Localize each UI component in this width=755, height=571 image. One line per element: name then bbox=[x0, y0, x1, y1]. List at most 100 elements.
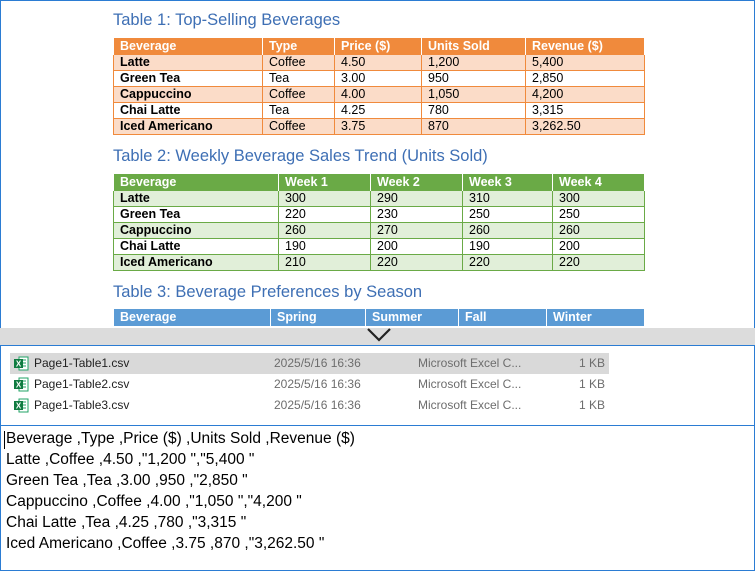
table3: Beverage Spring Summer Fall Winter bbox=[113, 309, 645, 326]
table-cell: 300 bbox=[552, 190, 645, 207]
csv-line: Iced Americano ,Coffee ,3.75 ,870 ,"3,26… bbox=[6, 535, 325, 552]
table-cell: 5,400 bbox=[525, 54, 645, 71]
chevron-down-icon[interactable] bbox=[366, 326, 392, 344]
table-cell: 3,315 bbox=[525, 102, 645, 119]
table-cell: 1,200 bbox=[421, 54, 526, 71]
table-cell: 4.25 bbox=[334, 102, 422, 119]
table-cell: Chai Latte bbox=[113, 238, 279, 255]
table-row: Latte 300 290 310 300 bbox=[113, 190, 645, 207]
table-cell: 220 bbox=[278, 206, 371, 223]
table-cell: 950 bbox=[421, 70, 526, 87]
file-type: Microsoft Excel C... bbox=[418, 377, 522, 391]
table-cell: 2,850 bbox=[525, 70, 645, 87]
table-cell: 250 bbox=[462, 206, 553, 223]
file-size: 1 KB bbox=[578, 356, 605, 370]
table-cell: 290 bbox=[370, 190, 463, 207]
table-cell: 210 bbox=[278, 254, 371, 271]
text-caret bbox=[4, 431, 5, 449]
table-cell: 260 bbox=[278, 222, 371, 239]
table-cell: 4.00 bbox=[334, 86, 422, 103]
file-date: 2025/5/16 16:36 bbox=[274, 356, 361, 370]
table-cell: Tea bbox=[262, 102, 335, 119]
file-date: 2025/5/16 16:36 bbox=[274, 398, 361, 412]
table-cell: Green Tea bbox=[113, 206, 279, 223]
table-cell: Coffee bbox=[262, 54, 335, 71]
table1-header: Revenue ($) bbox=[525, 38, 645, 55]
table3-header: Fall bbox=[458, 309, 547, 326]
table1-header: Beverage bbox=[113, 38, 263, 55]
file-type: Microsoft Excel C... bbox=[418, 398, 522, 412]
table-cell: 260 bbox=[552, 222, 645, 239]
table-cell: 4,200 bbox=[525, 86, 645, 103]
csv-line: Beverage ,Type ,Price ($) ,Units Sold ,R… bbox=[6, 430, 355, 447]
csv-line: Chai Latte ,Tea ,4.25 ,780 ,"3,315 " bbox=[6, 514, 247, 531]
table2-header: Week 2 bbox=[370, 174, 463, 191]
document-preview[interactable]: Table 1: Top-Selling Beverages Beverage … bbox=[0, 0, 755, 329]
file-row[interactable]: X Page1-Table2.csv 2025/5/16 16:36 Micro… bbox=[10, 374, 609, 395]
table-row: Green Tea Tea 3.00 950 2,850 bbox=[113, 70, 645, 87]
table-cell: 220 bbox=[552, 254, 645, 271]
csv-line: Green Tea ,Tea ,3.00 ,950 ,"2,850 " bbox=[6, 472, 248, 489]
table-cell: 1,050 bbox=[421, 86, 526, 103]
table-cell: 250 bbox=[552, 206, 645, 223]
table-row: Cappuccino Coffee 4.00 1,050 4,200 bbox=[113, 86, 645, 103]
table-cell: 870 bbox=[421, 118, 526, 135]
table-cell: Tea bbox=[262, 70, 335, 87]
table2: Beverage Week 1 Week 2 Week 3 Week 4 Lat… bbox=[113, 174, 645, 271]
excel-icon: X bbox=[14, 377, 29, 392]
table-row: Cappuccino 260 270 260 260 bbox=[113, 222, 645, 239]
file-row[interactable]: X Page1-Table1.csv 2025/5/16 16:36 Micro… bbox=[10, 353, 609, 374]
table-cell: Cappuccino bbox=[113, 222, 279, 239]
csv-text-editor[interactable]: Beverage ,Type ,Price ($) ,Units Sold ,R… bbox=[0, 425, 755, 571]
file-type: Microsoft Excel C... bbox=[418, 356, 522, 370]
table-cell: Chai Latte bbox=[113, 102, 263, 119]
file-date: 2025/5/16 16:36 bbox=[274, 377, 361, 391]
table-row: Latte Coffee 4.50 1,200 5,400 bbox=[113, 54, 645, 71]
table-cell: Cappuccino bbox=[113, 86, 263, 103]
table-cell: Iced Americano bbox=[113, 254, 279, 271]
table2-title: Table 2: Weekly Beverage Sales Trend (Un… bbox=[113, 147, 488, 165]
svg-text:X: X bbox=[16, 381, 22, 390]
table-cell: 780 bbox=[421, 102, 526, 119]
table2-header: Week 4 bbox=[552, 174, 645, 191]
table-cell: 3,262.50 bbox=[525, 118, 645, 135]
file-name: Page1-Table1.csv bbox=[34, 356, 130, 370]
table-cell: Latte bbox=[113, 54, 263, 71]
file-row[interactable]: X Page1-Table3.csv 2025/5/16 16:36 Micro… bbox=[10, 395, 609, 416]
table-cell: 3.75 bbox=[334, 118, 422, 135]
table3-header: Winter bbox=[546, 309, 645, 326]
table2-header: Week 1 bbox=[278, 174, 371, 191]
table3-header: Spring bbox=[270, 309, 366, 326]
table1-header-row: Beverage Type Price ($) Units Sold Reven… bbox=[113, 38, 645, 55]
table-cell: 230 bbox=[370, 206, 463, 223]
file-name: Page1-Table2.csv bbox=[34, 377, 130, 391]
excel-icon: X bbox=[14, 398, 29, 413]
table3-header: Beverage bbox=[113, 309, 271, 326]
table-cell: 200 bbox=[370, 238, 463, 255]
table-cell: Coffee bbox=[262, 118, 335, 135]
table-cell: 3.00 bbox=[334, 70, 422, 87]
csv-line: Latte ,Coffee ,4.50 ,"1,200 ","5,400 " bbox=[6, 451, 255, 468]
table3-header: Summer bbox=[365, 309, 459, 326]
table1: Beverage Type Price ($) Units Sold Reven… bbox=[113, 38, 645, 135]
table-cell: 270 bbox=[370, 222, 463, 239]
table-row: Chai Latte Tea 4.25 780 3,315 bbox=[113, 102, 645, 119]
table2-header-row: Beverage Week 1 Week 2 Week 3 Week 4 bbox=[113, 174, 645, 191]
table-row: Green Tea 220 230 250 250 bbox=[113, 206, 645, 223]
table3-title: Table 3: Beverage Preferences by Season bbox=[113, 283, 423, 301]
table-cell: 4.50 bbox=[334, 54, 422, 71]
table-row: Iced Americano 210 220 220 220 bbox=[113, 254, 645, 271]
table2-header: Week 3 bbox=[462, 174, 553, 191]
file-size: 1 KB bbox=[578, 377, 605, 391]
svg-text:X: X bbox=[16, 360, 22, 369]
excel-icon: X bbox=[14, 356, 29, 371]
csv-line: Cappuccino ,Coffee ,4.00 ,"1,050 ","4,20… bbox=[6, 493, 302, 510]
table2-header: Beverage bbox=[113, 174, 279, 191]
table-cell: 220 bbox=[370, 254, 463, 271]
table-cell: Green Tea bbox=[113, 70, 263, 87]
table1-header: Units Sold bbox=[421, 38, 526, 55]
table3-header-row: Beverage Spring Summer Fall Winter bbox=[113, 309, 645, 326]
svg-text:X: X bbox=[16, 402, 22, 411]
table-cell: 260 bbox=[462, 222, 553, 239]
table-cell: 190 bbox=[462, 238, 553, 255]
